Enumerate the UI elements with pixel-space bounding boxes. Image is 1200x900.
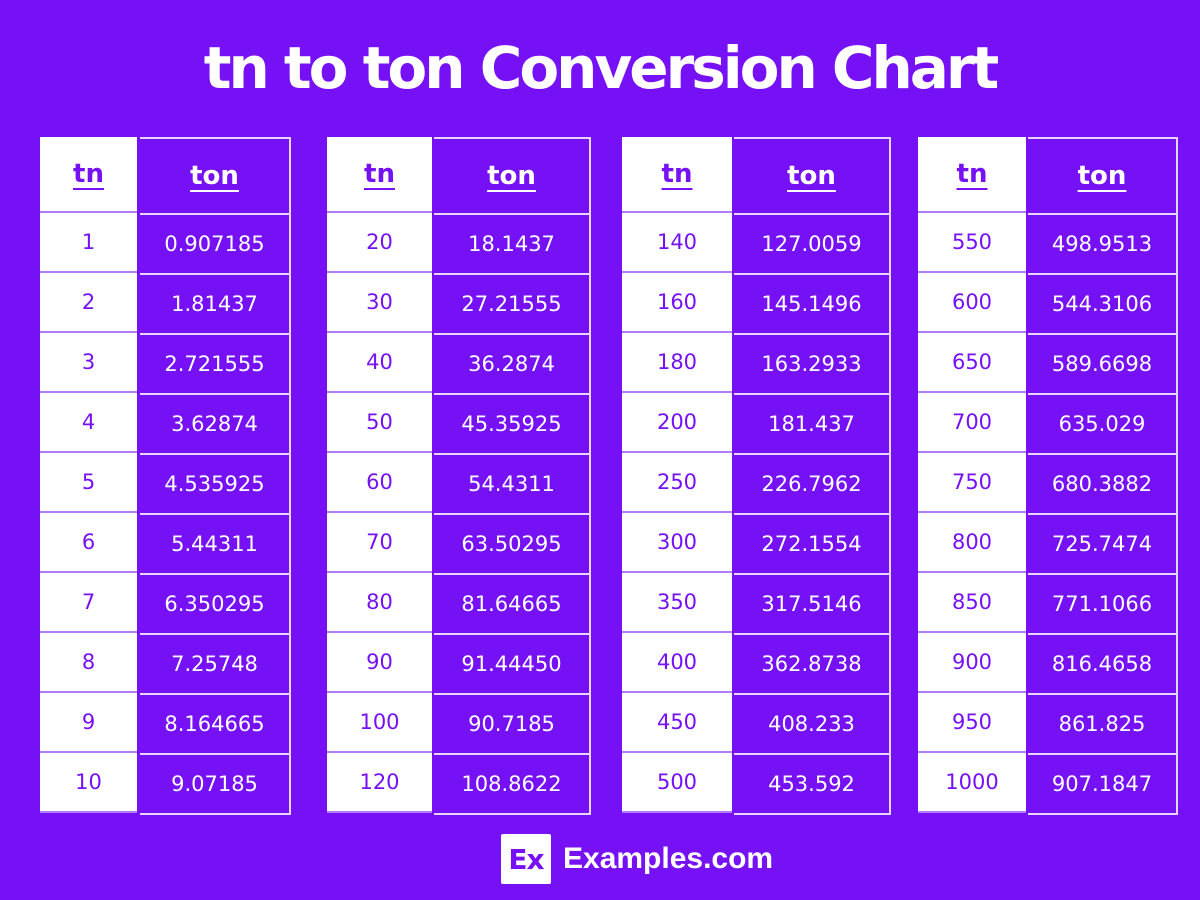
- cell-ton: 635.029: [1028, 393, 1178, 453]
- header-ton: ton: [1028, 137, 1178, 213]
- cell-ton: 2.721555: [140, 333, 291, 393]
- header-ton: ton: [734, 137, 891, 213]
- cell-ton: 0.907185: [140, 213, 291, 273]
- cell-tn: 140: [622, 213, 732, 273]
- cell-tn: 800: [918, 513, 1026, 573]
- cell-tn: 600: [918, 273, 1026, 333]
- cell-tn: 850: [918, 573, 1026, 633]
- cell-tn: 550: [918, 213, 1026, 273]
- cell-tn: 700: [918, 393, 1026, 453]
- cell-ton: 81.64665: [434, 573, 591, 633]
- header-ton: ton: [434, 137, 591, 213]
- cell-ton: 36.2874: [434, 333, 591, 393]
- cell-tn: 30: [327, 273, 432, 333]
- cell-ton: 18.1437: [434, 213, 591, 273]
- cell-tn: 3: [40, 333, 137, 393]
- cell-ton: 5.44311: [140, 513, 291, 573]
- cell-ton: 907.1847: [1028, 753, 1178, 815]
- cell-ton: 4.535925: [140, 453, 291, 513]
- cell-tn: 160: [622, 273, 732, 333]
- cell-tn: 90: [327, 633, 432, 693]
- cell-tn: 70: [327, 513, 432, 573]
- cell-ton: 54.4311: [434, 453, 591, 513]
- cell-ton: 27.21555: [434, 273, 591, 333]
- cell-tn: 6: [40, 513, 137, 573]
- cell-tn: 60: [327, 453, 432, 513]
- cell-tn: 450: [622, 693, 732, 753]
- examples-logo-icon: Ex: [501, 834, 551, 884]
- cell-ton: 45.35925: [434, 393, 591, 453]
- cell-ton: 771.1066: [1028, 573, 1178, 633]
- cell-ton: 362.8738: [734, 633, 891, 693]
- cell-tn: 9: [40, 693, 137, 753]
- cell-ton: 9.07185: [140, 753, 291, 815]
- cell-ton: 1.81437: [140, 273, 291, 333]
- header-tn: tn: [327, 137, 432, 213]
- header-tn: tn: [622, 137, 732, 213]
- cell-tn: 80: [327, 573, 432, 633]
- cell-ton: 90.7185: [434, 693, 591, 753]
- cell-ton: 3.62874: [140, 393, 291, 453]
- cell-tn: 300: [622, 513, 732, 573]
- cell-tn: 5: [40, 453, 137, 513]
- cell-tn: 350: [622, 573, 732, 633]
- cell-tn: 20: [327, 213, 432, 273]
- cell-ton: 91.44450: [434, 633, 591, 693]
- cell-ton: 453.592: [734, 753, 891, 815]
- cell-ton: 226.7962: [734, 453, 891, 513]
- header-ton: ton: [140, 137, 291, 213]
- cell-ton: 8.164665: [140, 693, 291, 753]
- cell-ton: 7.25748: [140, 633, 291, 693]
- cell-tn: 1: [40, 213, 137, 273]
- cell-tn: 950: [918, 693, 1026, 753]
- header-tn: tn: [918, 137, 1026, 213]
- cell-ton: 725.7474: [1028, 513, 1178, 573]
- cell-tn: 1000: [918, 753, 1026, 813]
- cell-ton: 816.4658: [1028, 633, 1178, 693]
- cell-tn: 4: [40, 393, 137, 453]
- cell-tn: 100: [327, 693, 432, 753]
- cell-ton: 498.9513: [1028, 213, 1178, 273]
- cell-ton: 6.350295: [140, 573, 291, 633]
- cell-ton: 108.8622: [434, 753, 591, 815]
- cell-ton: 145.1496: [734, 273, 891, 333]
- cell-ton: 544.3106: [1028, 273, 1178, 333]
- cell-tn: 50: [327, 393, 432, 453]
- cell-ton: 63.50295: [434, 513, 591, 573]
- cell-ton: 861.825: [1028, 693, 1178, 753]
- cell-tn: 200: [622, 393, 732, 453]
- cell-tn: 8: [40, 633, 137, 693]
- cell-ton: 163.2933: [734, 333, 891, 393]
- cell-ton: 680.3882: [1028, 453, 1178, 513]
- page-title: tn to ton Conversion Chart: [203, 34, 1000, 102]
- cell-ton: 181.437: [734, 393, 891, 453]
- cell-tn: 2: [40, 273, 137, 333]
- cell-ton: 317.5146: [734, 573, 891, 633]
- cell-tn: 7: [40, 573, 137, 633]
- cell-ton: 589.6698: [1028, 333, 1178, 393]
- cell-tn: 750: [918, 453, 1026, 513]
- cell-tn: 500: [622, 753, 732, 813]
- header-tn: tn: [40, 137, 137, 213]
- cell-ton: 272.1554: [734, 513, 891, 573]
- cell-ton: 408.233: [734, 693, 891, 753]
- cell-tn: 250: [622, 453, 732, 513]
- footer-brand: Ex Examples.com: [501, 834, 773, 884]
- cell-tn: 120: [327, 753, 432, 813]
- cell-tn: 400: [622, 633, 732, 693]
- cell-tn: 40: [327, 333, 432, 393]
- cell-ton: 127.0059: [734, 213, 891, 273]
- cell-tn: 650: [918, 333, 1026, 393]
- brand-name: Examples.com: [563, 842, 774, 875]
- cell-tn: 10: [40, 753, 137, 813]
- cell-tn: 900: [918, 633, 1026, 693]
- cell-tn: 180: [622, 333, 732, 393]
